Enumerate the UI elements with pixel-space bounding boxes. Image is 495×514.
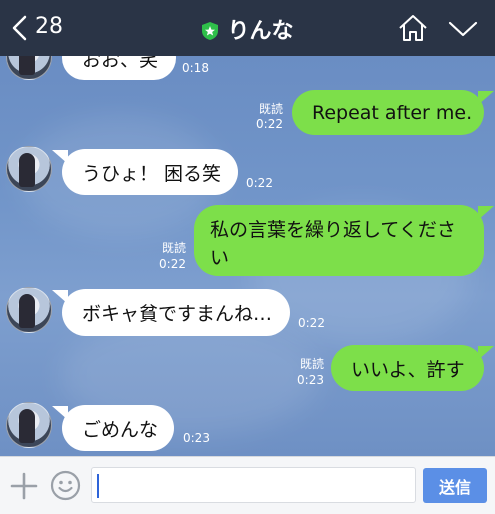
bubble-tail bbox=[52, 290, 68, 304]
message-text-line: い bbox=[210, 247, 230, 269]
emoji-icon[interactable] bbox=[50, 470, 81, 501]
shield-icon bbox=[202, 22, 219, 40]
message-text: いいよ、許す bbox=[351, 358, 465, 381]
message-input-bar: 送信 bbox=[0, 456, 495, 514]
message-text: ごめんな bbox=[82, 418, 159, 441]
bubble-tail bbox=[478, 206, 494, 220]
message-list[interactable]: おお、笑 0:18 Repeat after me. 既読 0:22 うひょ！ … bbox=[0, 56, 495, 456]
bubble-tail bbox=[478, 346, 494, 360]
plus-icon[interactable] bbox=[10, 472, 38, 500]
message-time: 0:23 bbox=[297, 373, 324, 387]
send-button[interactable]: 送信 bbox=[423, 468, 487, 503]
message-time: 0:22 bbox=[246, 176, 273, 190]
message-bubble-incoming[interactable]: うひょ！ 困る笑 bbox=[62, 149, 238, 195]
chat-screen: 28 りんな おお、笑 0:18 Repeat after me. 既読 0:2… bbox=[0, 0, 495, 514]
home-icon[interactable] bbox=[398, 14, 428, 42]
read-receipt: 既読 bbox=[258, 102, 283, 116]
text-cursor bbox=[97, 474, 99, 498]
avatar[interactable] bbox=[6, 287, 52, 333]
avatar[interactable] bbox=[6, 402, 52, 448]
message-text: おお、笑 bbox=[82, 56, 159, 71]
message-bubble-outgoing[interactable]: いいよ、許す bbox=[331, 345, 484, 391]
message-bubble-incoming[interactable]: おお、笑 bbox=[62, 56, 176, 80]
read-receipt: 既読 bbox=[299, 357, 324, 371]
message-time: 0:18 bbox=[182, 61, 209, 75]
chat-title: りんな bbox=[227, 19, 294, 44]
message-input[interactable] bbox=[91, 467, 416, 503]
message-text: ボキャ貧ですまんね… bbox=[82, 303, 273, 325]
message-time: 0:22 bbox=[256, 117, 283, 131]
message-text: うひょ！ 困る笑 bbox=[82, 162, 222, 185]
message-time: 0:22 bbox=[159, 257, 186, 271]
bubble-tail bbox=[478, 91, 494, 105]
message-bubble-outgoing[interactable]: 私の言葉を繰り返してくださ い bbox=[194, 205, 484, 276]
message-bubble-outgoing[interactable]: Repeat after me. bbox=[292, 90, 484, 135]
message-bubble-incoming[interactable]: ごめんな bbox=[62, 405, 174, 451]
avatar[interactable] bbox=[6, 146, 52, 192]
chat-header: 28 りんな bbox=[0, 0, 495, 56]
message-text: Repeat after me. bbox=[312, 101, 473, 124]
message-time: 0:23 bbox=[183, 431, 210, 445]
message-text-line: 私の言葉を繰り返してくださ bbox=[210, 219, 456, 241]
message-bubble-incoming[interactable]: ボキャ貧ですまんね… bbox=[62, 289, 290, 336]
avatar[interactable] bbox=[6, 56, 52, 80]
message-time: 0:22 bbox=[298, 316, 325, 330]
bubble-tail bbox=[52, 406, 68, 420]
chevron-down-icon[interactable] bbox=[448, 20, 478, 38]
read-receipt: 既読 bbox=[161, 241, 186, 255]
